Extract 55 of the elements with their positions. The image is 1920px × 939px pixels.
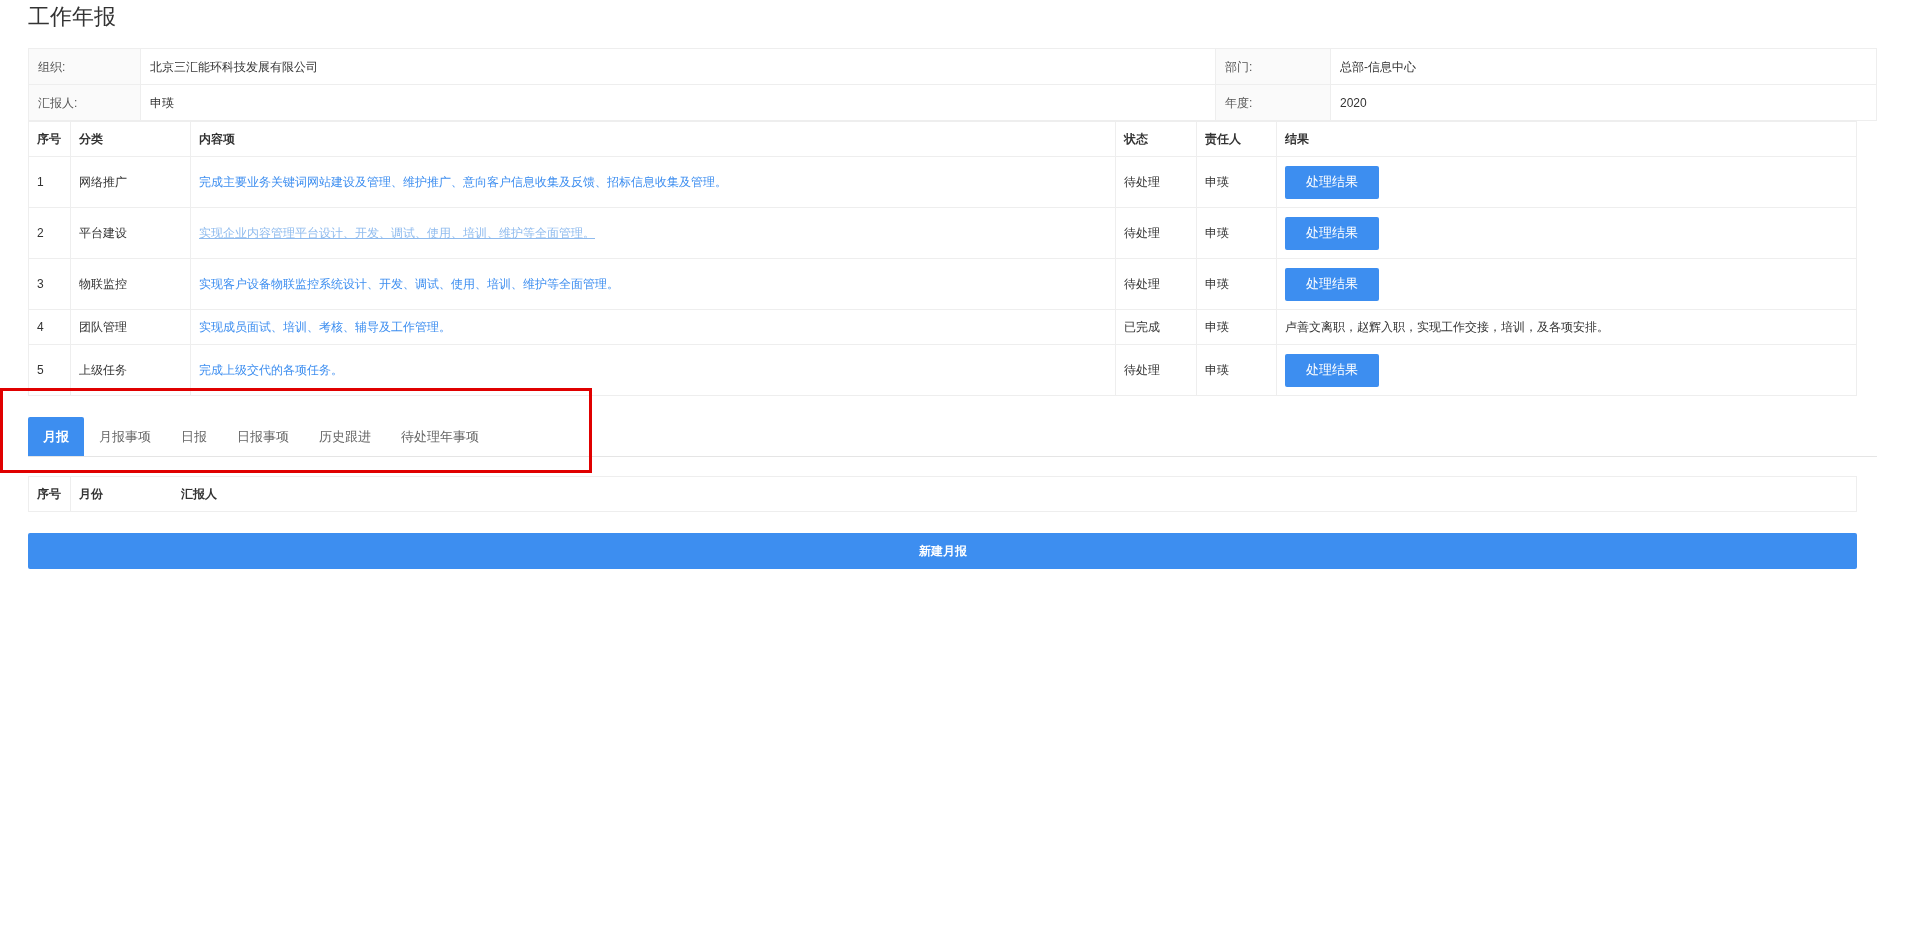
tab[interactable]: 月报事项 bbox=[84, 417, 166, 456]
column-header: 分类 bbox=[70, 121, 191, 157]
table-cell: 待处理 bbox=[1115, 344, 1197, 396]
process-result-button[interactable]: 处理结果 bbox=[1285, 216, 1379, 250]
table-cell: 申瑛 bbox=[1196, 156, 1277, 208]
table-cell: 5 bbox=[28, 344, 71, 396]
column-header: 汇报人 bbox=[172, 476, 1857, 512]
tab[interactable]: 日报事项 bbox=[222, 417, 304, 456]
table-cell: 1 bbox=[28, 156, 71, 208]
table-cell: 待处理 bbox=[1115, 258, 1197, 310]
table-cell: 申瑛 bbox=[1196, 309, 1277, 345]
table-cell: 4 bbox=[28, 309, 71, 345]
field-value: 北京三汇能环科技发展有限公司 bbox=[140, 48, 1216, 85]
process-result-button[interactable]: 处理结果 bbox=[1285, 165, 1379, 199]
field-label: 汇报人: bbox=[28, 84, 141, 121]
content-link[interactable]: 实现成员面试、培训、考核、辅导及工作管理。 bbox=[199, 320, 451, 334]
table-cell: 团队管理 bbox=[70, 309, 191, 345]
table-cell: 3 bbox=[28, 258, 71, 310]
field-value: 申瑛 bbox=[140, 84, 1216, 121]
table-cell: 申瑛 bbox=[1196, 258, 1277, 310]
content-link[interactable]: 实现企业内容管理平台设计、开发、调试、使用、培训、维护等全面管理。 bbox=[199, 226, 595, 240]
table-cell: 平台建设 bbox=[70, 207, 191, 259]
column-header: 序号 bbox=[28, 121, 71, 157]
tab[interactable]: 历史跟进 bbox=[304, 417, 386, 456]
field-label: 组织: bbox=[28, 48, 141, 85]
field-label: 年度: bbox=[1215, 84, 1331, 121]
page-title: 工作年报 bbox=[28, 3, 117, 31]
column-header: 结果 bbox=[1276, 121, 1857, 157]
field-value: 总部-信息中心 bbox=[1330, 48, 1877, 85]
table-cell: 2 bbox=[28, 207, 71, 259]
process-result-button[interactable]: 处理结果 bbox=[1285, 353, 1379, 387]
tab[interactable]: 待处理年事项 bbox=[386, 417, 494, 456]
tab[interactable]: 日报 bbox=[166, 417, 222, 456]
field-label: 部门: bbox=[1215, 48, 1331, 85]
table-cell: 物联监控 bbox=[70, 258, 191, 310]
process-result-button[interactable]: 处理结果 bbox=[1285, 267, 1379, 301]
table-cell: 上级任务 bbox=[70, 344, 191, 396]
column-header: 序号 bbox=[28, 476, 71, 512]
column-header: 月份 bbox=[70, 476, 173, 512]
table-cell: 待处理 bbox=[1115, 207, 1197, 259]
table-cell: 申瑛 bbox=[1196, 344, 1277, 396]
table-cell: 申瑛 bbox=[1196, 207, 1277, 259]
table-cell: 已完成 bbox=[1115, 309, 1197, 345]
content-link[interactable]: 实现客户设备物联监控系统设计、开发、调试、使用、培训、维护等全面管理。 bbox=[199, 277, 619, 291]
column-header: 状态 bbox=[1115, 121, 1197, 157]
content-link[interactable]: 完成主要业务关键词网站建设及管理、维护推广、意向客户信息收集及反馈、招标信息收集及管理。 bbox=[199, 175, 727, 189]
tab[interactable]: 月报 bbox=[28, 417, 84, 456]
content-link[interactable]: 完成上级交代的各项任务。 bbox=[199, 363, 343, 377]
table-cell: 网络推广 bbox=[70, 156, 191, 208]
result-text: 卢善文离职，赵辉入职，实现工作交接，培训，及各项安排。 bbox=[1285, 320, 1609, 334]
column-header: 内容项 bbox=[190, 121, 1116, 157]
column-header: 责任人 bbox=[1196, 121, 1277, 157]
new-monthly-report-button[interactable]: 新建月报 bbox=[28, 533, 1857, 569]
table-cell: 待处理 bbox=[1115, 156, 1197, 208]
field-value: 2020 bbox=[1330, 84, 1877, 121]
